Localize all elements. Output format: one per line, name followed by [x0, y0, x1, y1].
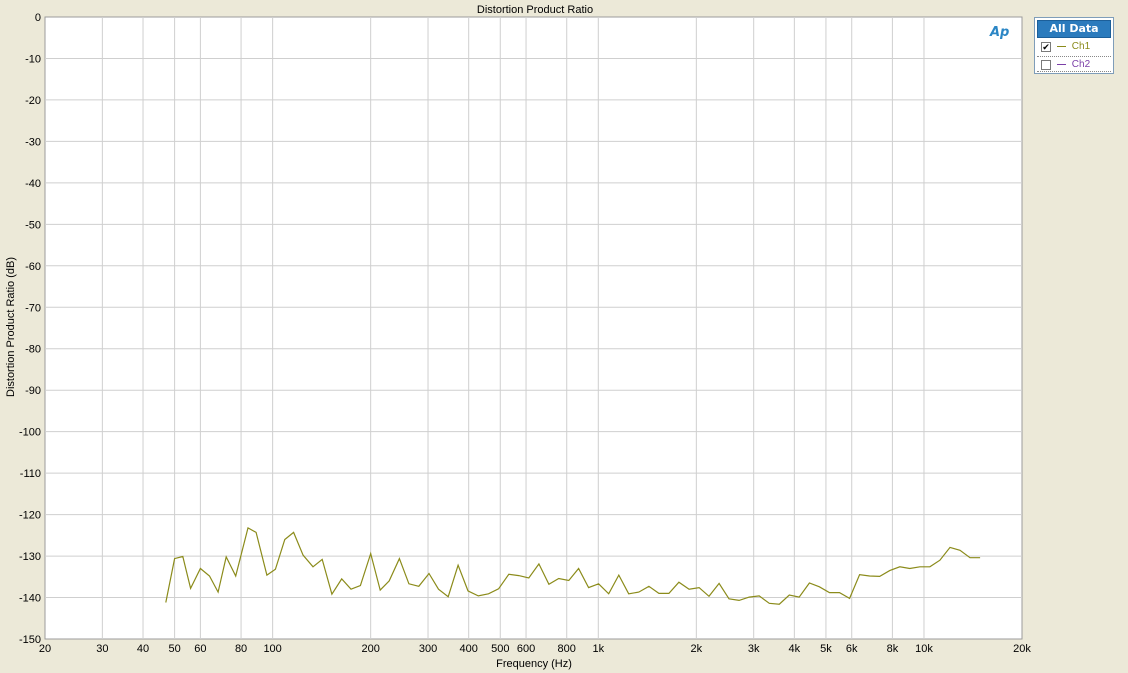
y-tick-label: -20: [25, 95, 41, 107]
distortion-chart: 0 -10 -20 -30 -40 -50 -60 -70 -80 -90 -100 -110 -120…: [5, 4, 1031, 670]
x-tick-label: 5k: [820, 643, 832, 655]
y-tick-label: -130: [19, 551, 41, 563]
x-tick-label: 3k: [748, 643, 760, 655]
y-axis-label: Distortion Product Ratio (dB): [5, 257, 17, 397]
y-tick-label: -140: [19, 593, 41, 605]
legend-item-ch1[interactable]: ✔ Ch1: [1037, 39, 1111, 55]
y-tick-label: -10: [25, 53, 41, 65]
ap-logo: Ap: [990, 25, 1010, 40]
ch2-swatch: [1057, 63, 1066, 65]
y-tick-label: -30: [25, 136, 41, 148]
y-tick-label: -110: [20, 468, 41, 480]
x-tick-label: 500: [491, 643, 509, 655]
legend-item-label: Ch2: [1071, 59, 1091, 70]
x-tick-label: 300: [419, 643, 437, 655]
plot-area: [44, 16, 1023, 640]
y-tick-label: -150: [19, 634, 41, 646]
x-tick-label: 400: [460, 643, 478, 655]
ch1-checkbox[interactable]: ✔: [1041, 42, 1051, 52]
x-tick-label: 80: [235, 643, 247, 655]
y-tick-labels: 0 -10 -20 -30 -40 -50 -60 -70 -80 -90 -100 -110 -120…: [19, 12, 41, 646]
x-tick-label: 2k: [691, 643, 703, 655]
y-tick-label: -90: [25, 385, 41, 397]
y-tick-label: -80: [25, 344, 41, 356]
legend-item-ch2[interactable]: Ch2: [1037, 56, 1111, 72]
x-tick-label: 40: [137, 643, 149, 655]
x-tick-labels: 20 30 40 50 60 80 100 200 300 400 500 600 800 1k 2k 3k 4…: [39, 643, 1031, 655]
x-tick-label: 4k: [789, 643, 801, 655]
x-tick-label: 6k: [846, 643, 858, 655]
y-tick-label: -40: [25, 178, 41, 190]
chart-title: Distortion Product Ratio: [477, 4, 593, 16]
x-tick-label: 50: [168, 643, 180, 655]
ch1-swatch: [1057, 45, 1066, 47]
legend-header[interactable]: All Data: [1037, 20, 1111, 38]
legend-panel: All Data ✔ Ch1 Ch2: [1034, 17, 1114, 74]
ch2-checkbox[interactable]: [1041, 60, 1051, 70]
x-tick-label: 20: [39, 643, 51, 655]
y-tick-label: -70: [25, 302, 41, 314]
y-tick-label: -60: [25, 261, 41, 273]
x-tick-label: 60: [194, 643, 206, 655]
x-tick-label: 10k: [915, 643, 933, 655]
y-tick-label: -100: [19, 427, 41, 439]
x-tick-label: 600: [517, 643, 535, 655]
x-tick-label: 200: [361, 643, 379, 655]
y-tick-label: -120: [19, 510, 41, 522]
x-axis-label: Frequency (Hz): [496, 658, 572, 670]
x-tick-label: 800: [558, 643, 576, 655]
x-tick-label: 8k: [887, 643, 899, 655]
legend-item-label: Ch1: [1071, 41, 1091, 52]
y-tick-label: -50: [25, 219, 41, 231]
x-tick-label: 1k: [592, 643, 604, 655]
y-tick-label: 0: [35, 12, 41, 24]
x-tick-label: 30: [96, 643, 108, 655]
x-tick-label: 20k: [1013, 643, 1031, 655]
x-tick-label: 100: [263, 643, 281, 655]
